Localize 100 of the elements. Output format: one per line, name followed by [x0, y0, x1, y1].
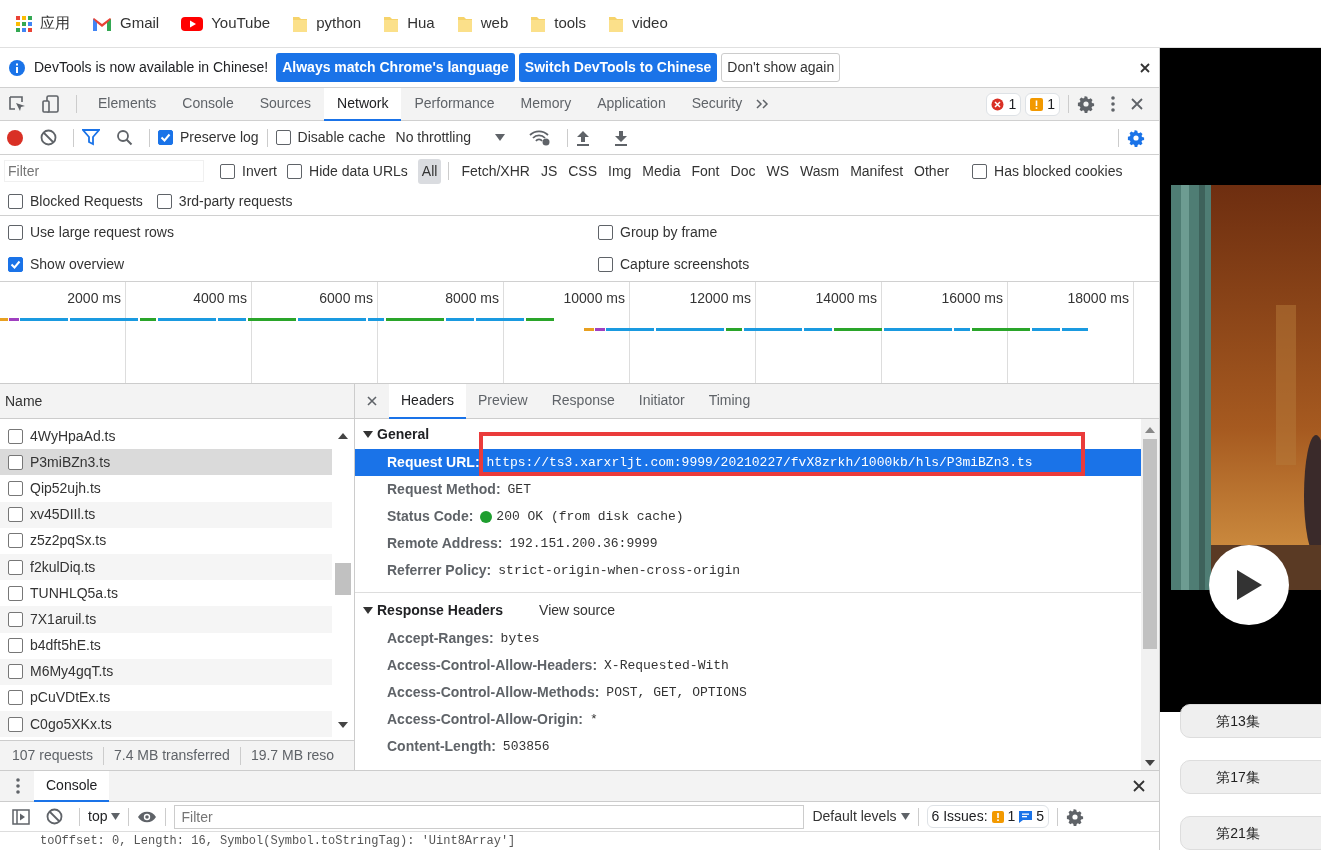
checkbox[interactable]	[8, 507, 23, 523]
bookmark-link[interactable]: video	[631, 12, 668, 35]
checkbox[interactable]	[8, 559, 23, 575]
request-row[interactable]: Qip52ujh.ts	[0, 475, 332, 502]
checkbox[interactable]	[8, 690, 23, 706]
drawer-tab[interactable]: Console	[34, 770, 110, 802]
warning-counter[interactable]: 1	[1025, 92, 1060, 116]
detail-tab[interactable]: Preview	[465, 383, 540, 419]
request-row[interactable]: C0go5XKx.ts	[0, 711, 332, 738]
request-row[interactable]: z5z2pqSx.ts	[0, 527, 332, 554]
checkbox[interactable]	[220, 163, 235, 179]
network-conditions-icon[interactable]	[529, 129, 551, 146]
header-row[interactable]: Remote Address: 192.151.200.36:9999	[355, 530, 1141, 557]
sidebar-toggle-icon[interactable]	[12, 808, 30, 825]
more-options-icon[interactable]	[16, 778, 20, 794]
checkbox[interactable]	[8, 585, 23, 601]
devtools-tab[interactable]: Performance	[401, 87, 508, 121]
checkbox[interactable]	[8, 638, 23, 654]
eye-icon[interactable]	[137, 809, 158, 824]
request-row[interactable]: 7X1aruil.ts	[0, 606, 332, 633]
header-row[interactable]: Referrer Policy: strict-origin-when-cross-origin	[355, 557, 1141, 584]
clear-icon[interactable]	[40, 129, 57, 146]
type-filter[interactable]: CSS	[564, 158, 601, 184]
type-filter[interactable]: Font	[687, 158, 724, 184]
close-icon[interactable]	[1131, 98, 1143, 110]
bookmark-link[interactable]: YouTube	[211, 12, 271, 35]
type-filter[interactable]: Wasm	[796, 158, 844, 184]
header-row[interactable]: Status Code: 200 OK (from disk cache)	[355, 503, 1141, 530]
mail-icon[interactable]	[92, 15, 112, 32]
devtools-tab[interactable]: Console	[169, 87, 247, 121]
filter-field[interactable]: Filter	[4, 160, 204, 182]
devtools-tab[interactable]: Memory	[507, 87, 585, 121]
checkbox[interactable]	[8, 716, 23, 732]
request-row[interactable]: TUNHLQ5a.ts	[0, 580, 332, 607]
apps-icon[interactable]	[16, 15, 32, 32]
request-row[interactable]: 4WyHpaAd.ts	[0, 423, 332, 450]
scrollbar-thumb[interactable]	[335, 563, 351, 595]
type-filter[interactable]: Media	[638, 158, 685, 184]
checkbox[interactable]	[158, 130, 173, 145]
checkbox[interactable]	[8, 611, 23, 627]
request-row[interactable]: xv45DIIl.ts	[0, 501, 332, 528]
type-filter[interactable]: Fetch/XHR	[457, 158, 534, 184]
episode-button[interactable]: 第13集	[1180, 704, 1321, 738]
bookmark-link[interactable]: web	[480, 12, 509, 35]
settings-icon[interactable]	[1127, 128, 1145, 147]
levels-dropdown[interactable]: Default levels	[812, 806, 910, 827]
detail-tab[interactable]: Initiator	[626, 383, 697, 419]
checkbox[interactable]	[156, 193, 172, 209]
checkbox[interactable]	[8, 224, 23, 240]
scroll-down-icon[interactable]	[338, 722, 348, 728]
checkbox[interactable]	[275, 130, 291, 145]
request-row[interactable]: f2kulDiq.ts	[0, 553, 332, 581]
column-header[interactable]: Name	[5, 390, 43, 412]
upload-icon[interactable]	[576, 129, 590, 146]
devtools-tab[interactable]: Security	[678, 87, 756, 121]
clear-icon[interactable]	[46, 808, 63, 825]
device-icon[interactable]	[42, 95, 60, 113]
detail-tab[interactable]: Response	[539, 383, 627, 419]
more-options-icon[interactable]	[1111, 96, 1115, 112]
type-filter[interactable]: Other	[910, 158, 954, 184]
request-row[interactable]: P3miBZn3.ts	[0, 449, 332, 476]
detail-tab[interactable]: Timing	[696, 383, 763, 419]
bookmark-link[interactable]: Gmail	[120, 12, 160, 35]
filter-field[interactable]: Filter	[174, 804, 805, 829]
type-filter[interactable]: WS	[762, 158, 793, 184]
bookmark-link[interactable]: python	[316, 12, 362, 35]
request-row[interactable]: M6My4gqT.ts	[0, 658, 332, 685]
search-icon[interactable]	[116, 129, 133, 146]
checkbox[interactable]	[598, 224, 613, 240]
section-toggle[interactable]: Response Headers	[363, 599, 504, 621]
error-counter[interactable]: 1	[986, 92, 1022, 116]
request-row[interactable]: pCuVDtEx.ts	[0, 684, 332, 712]
record-icon[interactable]	[6, 128, 24, 147]
checkbox[interactable]	[287, 163, 302, 179]
checkbox[interactable]	[8, 454, 23, 470]
close-icon[interactable]	[1139, 61, 1151, 74]
throttling-dropdown[interactable]: No throttling	[395, 127, 505, 148]
checkbox[interactable]	[8, 664, 23, 680]
checkbox[interactable]	[8, 480, 23, 496]
settings-icon[interactable]	[1066, 807, 1085, 826]
bookmark-link[interactable]: tools	[554, 12, 586, 35]
view-source-link[interactable]: View source	[539, 599, 616, 621]
close-icon[interactable]	[1133, 780, 1145, 792]
devtools-tab[interactable]: Elements	[85, 87, 170, 121]
issues-button[interactable]: 6 Issues: 1 5	[926, 805, 1050, 828]
infobar-button[interactable]: Switch DevTools to Chinese	[518, 53, 718, 82]
request-row[interactable]: b4dft5hE.ts	[0, 632, 332, 659]
play-logo-icon[interactable]	[181, 15, 204, 32]
type-filter[interactable]: Manifest	[846, 158, 908, 184]
checkbox[interactable]	[8, 193, 23, 209]
context-dropdown[interactable]: top	[88, 806, 121, 827]
inspect-icon[interactable]	[8, 95, 26, 113]
episode-button[interactable]: 第21集	[1180, 816, 1321, 850]
section-toggle[interactable]: General	[363, 423, 430, 445]
devtools-tab[interactable]: Sources	[246, 87, 325, 121]
infobar-button[interactable]: Don't show again	[721, 53, 841, 82]
header-row[interactable]: Request Method: GET	[355, 476, 1141, 503]
scrollbar-thumb[interactable]	[1143, 439, 1157, 649]
bookmark-link[interactable]: Hua	[407, 12, 435, 35]
detail-tab[interactable]: Headers	[389, 383, 466, 419]
